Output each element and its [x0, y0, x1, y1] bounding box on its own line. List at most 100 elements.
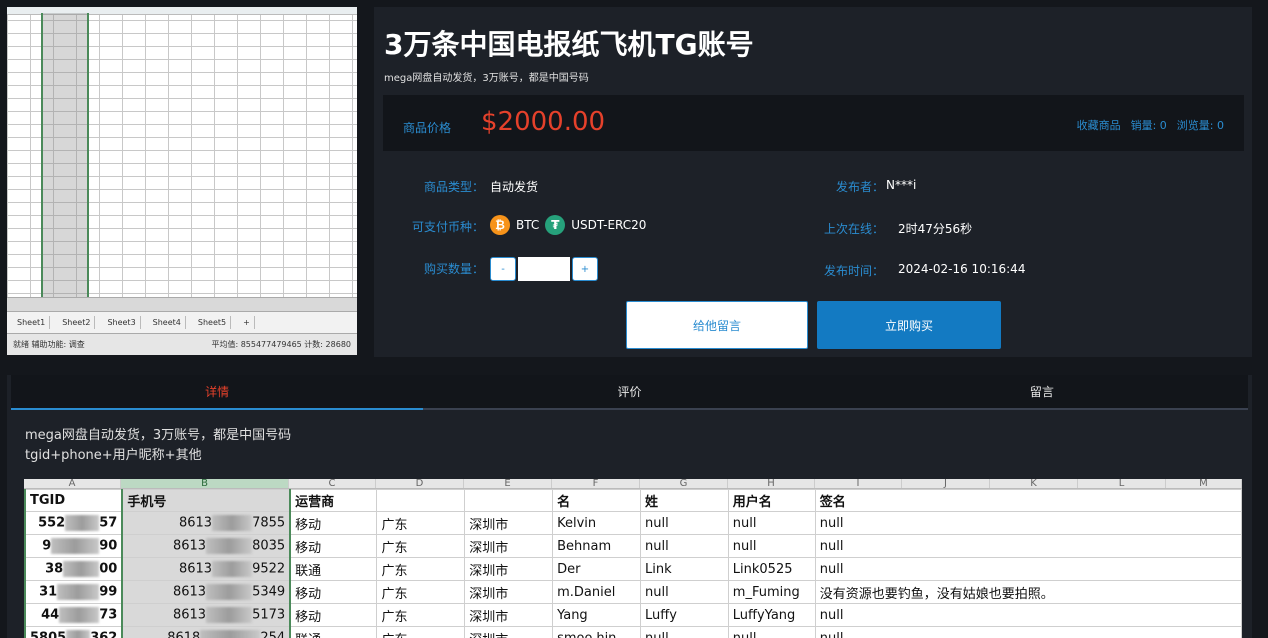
tether-icon: ₮ — [545, 215, 566, 235]
carrier-cell: 移动 — [289, 534, 378, 558]
last-name-cell: null — [639, 534, 729, 558]
username-cell: LuffyYang — [727, 603, 816, 627]
username-cell: null — [727, 626, 816, 638]
column-letter: E — [464, 479, 552, 488]
redaction-blur — [51, 538, 100, 554]
preview-status-bar: 就绪 辅助功能: 调查 平均值: 855477479465 计数: 28680 — [7, 333, 357, 355]
tab-messages[interactable]: 留言 — [836, 375, 1248, 408]
detail-panel: 详情 评价 留言 mega网盘自动发货，3万账号，都是中国号码 tgid+pho… — [7, 375, 1252, 638]
table-row: 9 90 8613 8035 移动 广东 深圳市 Behnam null null null — [24, 534, 1242, 558]
redaction-blur — [63, 561, 100, 577]
preview-add-sheet: + — [239, 316, 255, 329]
username-cell: Link0525 — [727, 557, 816, 581]
city-cell: 深圳市 — [464, 511, 554, 535]
quantity-minus-button[interactable]: - — [490, 257, 516, 281]
preview-status-right: 平均值: 855477479465 计数: 28680 — [211, 340, 351, 349]
phone-cell: 8618 254 — [121, 626, 292, 638]
sales-count: 销量: 0 — [1130, 119, 1167, 132]
tgid-cell: 5805 362 — [24, 626, 123, 638]
product-subtitle: mega网盘自动发货，3万账号，都是中国号码 — [384, 73, 589, 84]
quantity-plus-button[interactable]: + — [572, 257, 598, 281]
phone-cell: 8613 5349 — [121, 580, 292, 604]
preview-sheet-tab: Sheet2 — [58, 316, 96, 329]
city-cell: 深圳市 — [464, 626, 554, 638]
last-online-label: 上次在线： — [823, 222, 884, 236]
phone-cell: 8613 9522 — [121, 557, 292, 581]
tgid-cell: 9 90 — [24, 534, 123, 558]
column-letter: B — [121, 479, 289, 488]
carrier-cell: 联通 — [289, 557, 378, 581]
signature-cell: null — [814, 603, 1242, 627]
table-row: 58053628618254联通广东深圳市smoo.hinnullnullnul… — [24, 626, 1242, 638]
carrier-cell: 移动 — [289, 511, 378, 535]
phone-cell: 8613 5173 — [121, 603, 292, 627]
table-row: 31 99 8613 5349 移动 广东 深圳市 m.Daniel null m_Fuming 没… — [24, 580, 1242, 604]
column-letter: M — [1166, 479, 1242, 488]
tgid-cell: 552 57 — [24, 511, 123, 535]
preview-sheet-tab: Sheet3 — [103, 316, 141, 329]
preview-sheet-tab: Sheet1 — [13, 316, 51, 329]
phone-cell: 8613 8035 — [121, 534, 292, 558]
redaction-blur — [57, 584, 100, 600]
tgid-cell: 44 73 — [24, 603, 123, 627]
detail-line-2: tgid+phone+用户昵称+其他 — [25, 448, 202, 463]
currency-label: 可支付币种： — [411, 220, 484, 234]
column-letter: I — [815, 479, 902, 488]
redaction-blur — [66, 630, 91, 638]
table-row: 552 57 8613 7855 移动 广东 深圳市 Kelvin null null null — [24, 511, 1242, 535]
header-cell: 运营商 — [289, 489, 378, 512]
preview-sheet-tab: Sheet5 — [194, 316, 232, 329]
column-letter: J — [902, 479, 990, 488]
tgid-cell: 38 00 — [24, 557, 123, 581]
product-info-panel: 3万条中国电报纸飞机TG账号 mega网盘自动发货，3万账号，都是中国号码 商品… — [374, 7, 1252, 357]
tab-details[interactable]: 详情 — [11, 375, 424, 410]
type-label: 商品类型： — [423, 180, 484, 194]
header-cell: 姓 — [639, 489, 729, 512]
publish-time-label: 发布时间： — [823, 264, 884, 278]
last-name-cell: Luffy — [639, 603, 729, 627]
currency-usdt: USDT-ERC20 — [571, 218, 647, 232]
tgid-cell: 31 99 — [24, 580, 123, 604]
price-bar: 商品价格 $2000.00 收藏商品 销量: 0 浏览量: 0 — [383, 95, 1244, 151]
quantity-label: 购买数量： — [423, 262, 484, 276]
carrier-cell: 移动 — [289, 580, 378, 604]
message-seller-button[interactable]: 给他留言 — [626, 301, 808, 349]
province-cell: 广东 — [376, 557, 466, 581]
buy-now-button[interactable]: 立即购买 — [817, 301, 1001, 349]
table-row: 38 00 8613 9522 联通 广东 深圳市 Der Link Link0525 null — [24, 557, 1242, 581]
preview-sheet-tab: Sheet4 — [149, 316, 186, 329]
column-letter: A — [24, 479, 121, 488]
city-cell: 深圳市 — [464, 580, 554, 604]
quantity-input[interactable] — [518, 257, 570, 281]
column-letter: G — [640, 479, 728, 488]
province-cell: 广东 — [376, 534, 466, 558]
first-name-cell: Yang — [552, 603, 641, 627]
favorite-link[interactable]: 收藏商品 — [1077, 117, 1121, 133]
last-name-cell: null — [639, 511, 729, 535]
seller-value: N***i — [886, 178, 917, 192]
seller-label: 发布者： — [835, 180, 884, 194]
header-cell: 名 — [552, 489, 641, 512]
page: Sheet1 Sheet2 Sheet3 Sheet4 Sheet5 + 就绪 … — [0, 0, 1268, 638]
redaction-blur — [206, 538, 253, 554]
username-cell: m_Fuming — [727, 580, 816, 604]
table-row: 44 73 8613 5173 移动 广东 深圳市 Yang Luffy LuffyYang nul… — [24, 603, 1242, 627]
redaction-blur — [206, 607, 253, 623]
last-name-cell: null — [639, 626, 729, 638]
product-preview-image[interactable]: Sheet1 Sheet2 Sheet3 Sheet4 Sheet5 + 就绪 … — [7, 7, 357, 355]
sheet-column-header: A B C D E F G H I J K L M — [24, 479, 1242, 489]
province-cell: 广东 — [376, 626, 466, 638]
preview-sheet-tabs: Sheet1 Sheet2 Sheet3 Sheet4 Sheet5 + — [7, 311, 357, 333]
first-name-cell: Kelvin — [552, 511, 641, 535]
first-name-cell: Der — [552, 557, 641, 581]
header-cell: TGID — [24, 489, 123, 512]
last-online-value: 2时47分56秒 — [898, 222, 973, 236]
tab-reviews[interactable]: 评价 — [423, 375, 835, 408]
city-cell: 深圳市 — [464, 603, 554, 627]
city-cell: 深圳市 — [464, 557, 554, 581]
carrier-cell: 移动 — [289, 603, 378, 627]
quantity-stepper: - + — [490, 257, 598, 281]
redaction-blur — [59, 607, 100, 623]
redaction-blur — [65, 515, 100, 531]
column-letter: H — [728, 479, 815, 488]
